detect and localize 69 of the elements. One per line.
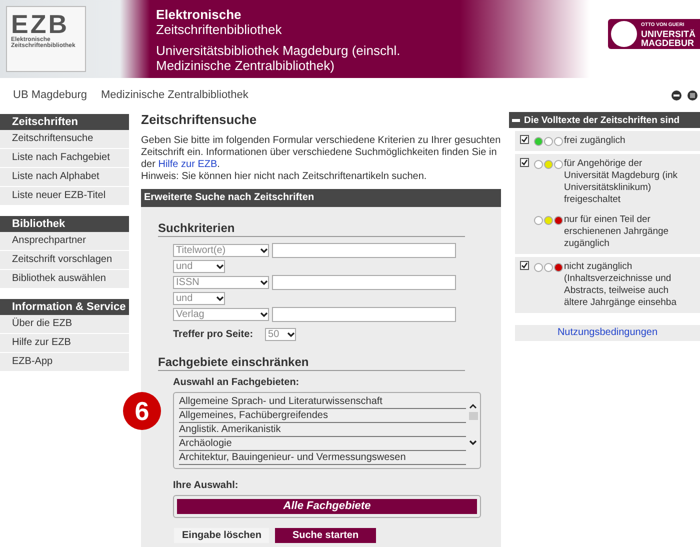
nav-link[interactable]: UB Magdeburg [13,89,87,101]
list-label: Auswahl an Fachgebieten: [173,377,300,388]
section-heading: Fachgebiete einschränken [158,355,465,371]
chevron-icon [260,280,268,286]
search-input[interactable] [272,243,456,258]
sidebar-item[interactable]: Hilfe zur EZB [0,334,129,353]
site-subtitle: Zeitschriftenbibliothek [156,22,283,37]
annotation-badge: 6 [123,392,161,430]
terms-link[interactable]: Nutzungsbedingungen [515,325,700,341]
subject-list[interactable]: Allgemeine Sprach- und Literaturwissenschaft Allgemeines, Fachübergreifendes Anglistik. Amerikanistik Archäologie Architektur, Bauingenieur- und Vermessungswesen [173,392,481,469]
legend-text: nur für einen Teil der erschienenen Jahrgänge zugänglich [564,214,669,250]
sidebar-item[interactable]: Liste neuer EZB-Titel [0,187,129,206]
sidebar-item[interactable]: Zeitschrift vorschlagen [0,251,129,270]
chevron-icon [287,332,296,338]
nav-link[interactable]: Medizinische Zentralbibliothek [101,89,248,101]
checkbox[interactable] [520,261,529,270]
field-select[interactable]: ISSN [173,276,269,289]
subject-option[interactable]: Allgemeines, Fachübergreifendes [179,409,466,423]
sidebar-item[interactable]: EZB-App [0,353,129,372]
reset-button[interactable]: Eingabe löschen [174,528,270,543]
operator-select[interactable]: und [173,260,225,273]
section-heading: Suchkriterien [158,221,465,237]
scroll-up-icon[interactable] [469,403,477,409]
hits-select[interactable]: 50 [265,328,296,341]
sidebar-heading: Zeitschriften [0,114,129,130]
legend-text: nicht zugänglich (Inhaltsverzeichnisse und Abstracts, teilweise auch ältere Jahrgänge einsehba [564,261,677,309]
page-title: Zeitschriftensuche [141,112,258,127]
search-input[interactable] [272,275,456,290]
subject-option[interactable]: Anglistik. Amerikanistik [179,423,466,437]
sidebar-item[interactable]: Bibliothek auswählen [0,270,129,289]
legend-text: frei zugänglich [564,135,626,147]
legend-header[interactable]: Die Volltexte der Zeitschriften sind [509,112,700,128]
site-title: Elektronische [156,7,242,22]
chevron-icon [216,264,224,270]
intro-text: Geben Sie bitte im folgenden Formular verschiedene Kriterien zu Ihrer gesuchten Zeitschrift ein. Informationen über verschiedene Suchmöglichkeiten finden Sie in der Hilfe zur EZB. [141,135,501,171]
hits-label: Treffer pro Seite: [173,329,254,340]
scroll-thumb[interactable] [468,412,478,420]
operator-select[interactable]: und [173,292,225,305]
checkbox[interactable] [520,158,529,167]
selection-value: Alle Fachgebiete [177,499,477,514]
search-input[interactable] [272,307,456,322]
sidebar-item[interactable]: Ansprechpartner [0,232,129,251]
chevron-icon [260,312,268,318]
selection-label: Ihre Auswahl: [173,480,238,491]
checkbox[interactable] [520,135,529,144]
library-name: Universitätsbibliothek Magdeburg (einschl. Medizinische Zentralbibliothek) [156,43,402,73]
sidebar-item[interactable]: Über die EZB [0,315,129,334]
help-link[interactable]: Hilfe zur EZB [158,159,218,170]
legend-text: für Angehörige der Universität Magdeburg (ink Universitätsklinikum) freigeschaltet [564,158,678,206]
scroll-down-icon [469,440,477,446]
legend-title: Die Volltexte der Zeitschriften sind [524,114,680,126]
subject-option[interactable]: Archäologie [179,437,466,451]
field-select[interactable]: Titelwort(e) [173,244,269,257]
flag-circle-icon[interactable] [687,90,698,100]
minus-circle-icon[interactable] [671,90,682,100]
panel-title: Erweiterte Suche nach Zeitschriften [141,189,501,207]
field-select[interactable]: Verlag [173,308,269,321]
sidebar-item[interactable]: Liste nach Alphabet [0,168,129,187]
subject-option[interactable]: Allgemeine Sprach- und Literaturwissenschaft [179,395,466,409]
sidebar-item[interactable]: Liste nach Fachgebiet [0,149,129,168]
chevron-icon [260,248,268,254]
search-button[interactable]: Suche starten [275,528,376,543]
hint-text: Hinweis: Sie können hier nicht nach Zeitschriftenartikeln suchen. [141,171,428,183]
subject-option[interactable]: Architektur, Bauingenieur- und Vermessungswesen [179,451,466,465]
collapse-icon[interactable] [512,118,520,122]
sidebar-item[interactable]: Zeitschriftensuche [0,130,129,149]
chevron-icon [216,296,224,302]
sidebar-heading: Bibliothek [0,216,129,232]
sidebar-heading: Information & Service [0,299,129,315]
